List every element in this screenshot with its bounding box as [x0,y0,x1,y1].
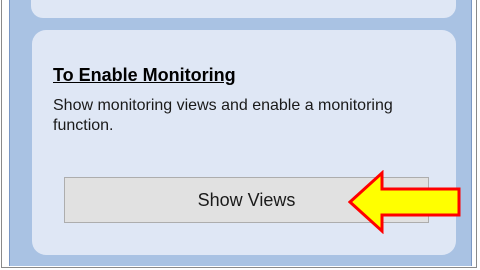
section-heading: To Enable Monitoring [53,65,236,85]
arrow-left-icon [348,170,461,234]
previous-section-panel [31,0,456,18]
section-description: Show monitoring views and enable a monit… [53,97,393,134]
arrow-left-shape [348,170,461,234]
